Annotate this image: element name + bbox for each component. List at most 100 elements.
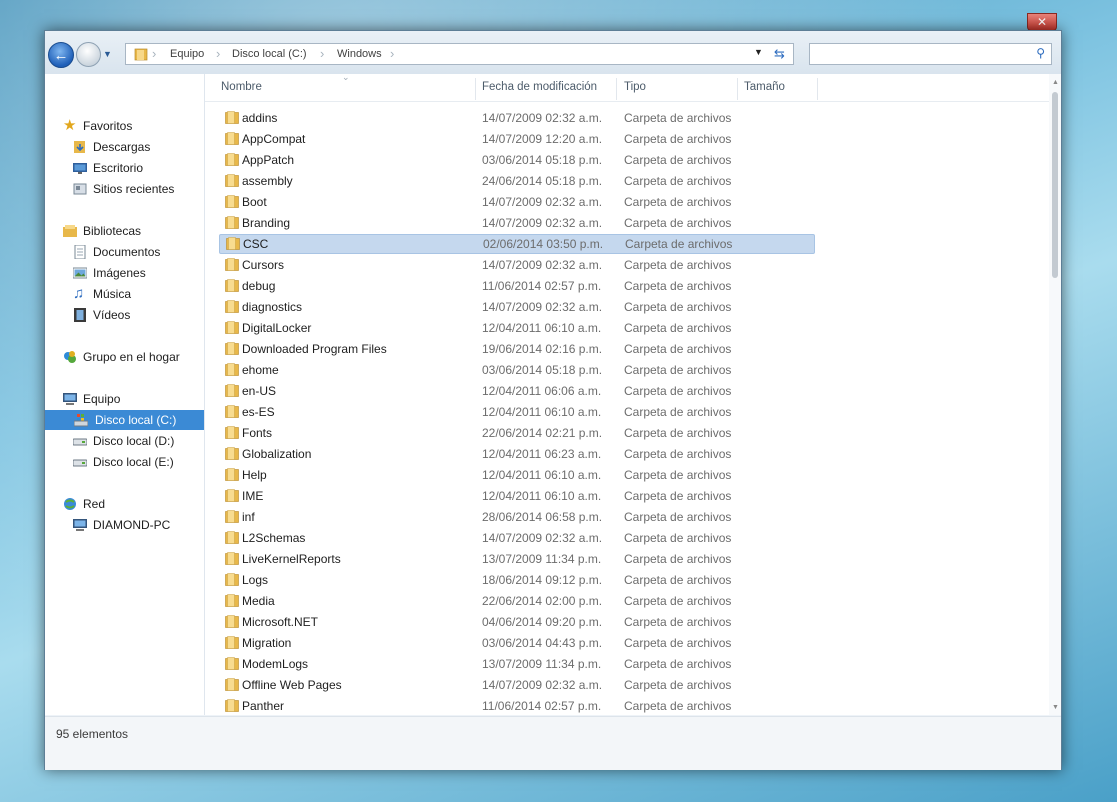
table-row[interactable]: ehome 03/06/2014 05:18 p.m. Carpeta de arc… [219,360,815,380]
scroll-down-icon[interactable]: ▼ [1052,704,1059,711]
table-row[interactable]: en-US 12/04/2011 06:06 a.m. Carpeta de arc… [219,381,815,401]
file-type: Carpeta de archivos [624,153,732,167]
table-row[interactable]: es-ES 12/04/2011 06:10 a.m. Carpeta de arc… [219,402,815,422]
column-type[interactable]: Tipo [624,81,646,93]
file-type: Carpeta de archivos [624,552,732,566]
vertical-scrollbar[interactable]: ▲ ▼ [1049,74,1061,715]
computer-icon [73,519,87,531]
downloads-folder-icon [74,141,85,153]
folder-icon [225,300,239,313]
file-type: Carpeta de archivos [624,321,732,335]
folder-icon [225,384,239,397]
folder-icon [225,363,239,376]
file-type: Carpeta de archivos [624,426,732,440]
file-date: 11/06/2014 02:57 p.m. [482,279,602,293]
table-row[interactable]: addins 14/07/2009 02:32 a.m. Carpeta de ar… [219,108,815,128]
table-row[interactable]: CSC 02/06/2014 03:50 p.m. Carpeta de archi… [219,234,815,254]
scroll-up-icon[interactable]: ▲ [1052,79,1059,86]
folder-icon [225,342,239,355]
column-divider[interactable] [616,78,617,100]
recent-pages-dropdown-icon[interactable]: ▼ [103,49,112,59]
file-date: 04/06/2014 09:20 p.m. [482,615,603,629]
search-icon[interactable]: ⚲ [1036,46,1045,60]
file-date: 22/06/2014 02:00 p.m. [482,594,603,608]
table-row[interactable]: diagnostics 14/07/2009 02:32 a.m. Carpeta … [219,297,815,317]
address-bar[interactable]: › Equipo › Disco local (C:) › Windows › … [125,43,794,65]
back-button[interactable]: ← [48,42,74,68]
column-divider[interactable] [737,78,738,100]
file-type: Carpeta de archivos [624,216,732,230]
close-button[interactable]: ✕ [1027,13,1057,31]
table-row[interactable]: Media 22/06/2014 02:00 p.m. Carpeta de arc… [219,591,815,611]
folder-icon [225,531,239,544]
file-name: Downloaded Program Files [242,342,387,356]
table-row[interactable]: Globalization 12/04/2011 06:23 a.m. Carpet… [219,444,815,464]
breadcrumb-windows[interactable]: Windows [337,48,382,60]
file-date: 03/06/2014 05:18 p.m. [482,363,603,377]
table-row[interactable]: Offline Web Pages 14/07/2009 02:32 a.m. Ca… [219,675,815,695]
breadcrumb-separator[interactable]: › [320,46,324,61]
table-row[interactable]: IME 12/04/2011 06:10 a.m. Carpeta de archi… [219,486,815,506]
file-date: 14/07/2009 02:32 a.m. [482,111,603,125]
nav-item-disco-c[interactable]: Disco local (C:) [45,410,204,430]
file-date: 11/06/2014 02:57 p.m. [482,699,602,713]
table-row[interactable]: Branding 14/07/2009 02:32 a.m. Carpeta de … [219,213,815,233]
search-input[interactable]: ⚲ [809,43,1052,65]
music-icon: ♫ [73,285,85,302]
explorer-window: ← ▼ › Equipo › Disco local (C:) › Window… [44,30,1062,770]
table-row[interactable]: Migration 03/06/2014 04:43 p.m. Carpeta de… [219,633,815,653]
breadcrumb-separator[interactable]: › [152,46,156,61]
breadcrumb-separator[interactable]: › [390,46,394,61]
scrollbar-thumb[interactable] [1052,92,1058,278]
table-row[interactable]: Fonts 22/06/2014 02:21 p.m. Carpeta de arc… [219,423,815,443]
table-row[interactable]: AppPatch 03/06/2014 05:18 p.m. Carpeta de … [219,150,815,170]
file-type: Carpeta de archivos [624,594,732,608]
table-row[interactable]: Microsoft.NET 04/06/2014 09:20 p.m. Carpet… [219,612,815,632]
table-row[interactable]: LiveKernelReports 13/07/2009 11:34 p.m. Ca… [219,549,815,569]
column-date[interactable]: Fecha de modificación [482,81,597,93]
table-row[interactable]: Boot 14/07/2009 02:32 a.m. Carpeta de arch… [219,192,815,212]
folder-icon [225,489,239,502]
table-row[interactable]: assembly 24/06/2014 05:18 p.m. Carpeta de … [219,171,815,191]
sort-ascending-icon: ⌄ [342,72,350,82]
table-row[interactable]: Panther 11/06/2014 02:57 p.m. Carpeta de a… [219,696,815,716]
table-row[interactable]: AppCompat 14/07/2009 12:20 a.m. Carpeta de… [219,129,815,149]
column-name[interactable]: Nombre [221,81,262,93]
column-divider[interactable] [817,78,818,100]
file-name: L2Schemas [242,531,306,545]
folder-icon [225,132,239,145]
folder-icon [226,237,240,250]
table-row[interactable]: Logs 18/06/2014 09:12 p.m. Carpeta de arch… [219,570,815,590]
folder-icon [225,174,239,187]
file-name: addins [242,111,278,125]
table-row[interactable]: L2Schemas 14/07/2009 02:32 a.m. Carpeta de… [219,528,815,548]
file-date: 12/04/2011 06:10 a.m. [482,405,602,419]
file-type: Carpeta de archivos [624,573,732,587]
table-row[interactable]: DigitalLocker 12/04/2011 06:10 a.m. Carpet… [219,318,815,338]
file-name: Media [242,594,275,608]
refresh-icon[interactable]: ⇆ [774,46,785,62]
table-row[interactable]: debug 11/06/2014 02:57 p.m. Carpeta de arc… [219,276,815,296]
folder-icon [225,657,239,670]
file-name: debug [242,279,276,293]
file-name: es-ES [242,405,275,419]
file-date: 12/04/2011 06:23 a.m. [482,447,602,461]
forward-button[interactable] [76,42,101,67]
breadcrumb-equipo[interactable]: Equipo [170,48,204,60]
file-type: Carpeta de archivos [624,678,732,692]
column-divider[interactable] [475,78,476,100]
breadcrumb-separator[interactable]: › [216,46,220,61]
column-size[interactable]: Tamaño [744,81,785,93]
drive-icon [73,459,87,467]
table-row[interactable]: inf 28/06/2014 06:58 p.m. Carpeta de archi… [219,507,815,527]
table-row[interactable]: Help 12/04/2011 06:10 a.m. Carpeta de arch… [219,465,815,485]
table-row[interactable]: Cursors 14/07/2009 02:32 a.m. Carpeta de a… [219,255,815,275]
breadcrumb-disco-c[interactable]: Disco local (C:) [232,48,307,60]
address-dropdown-icon[interactable]: ▼ [754,47,763,57]
table-row[interactable]: Downloaded Program Files 19/06/2014 02:16… [219,339,815,359]
file-date: 14/07/2009 12:20 a.m. [482,132,603,146]
folder-icon [134,48,148,61]
table-row[interactable]: ModemLogs 13/07/2009 11:34 p.m. Carpeta de… [219,654,815,674]
computer-icon [63,393,77,405]
file-date: 14/07/2009 02:32 a.m. [482,216,603,230]
